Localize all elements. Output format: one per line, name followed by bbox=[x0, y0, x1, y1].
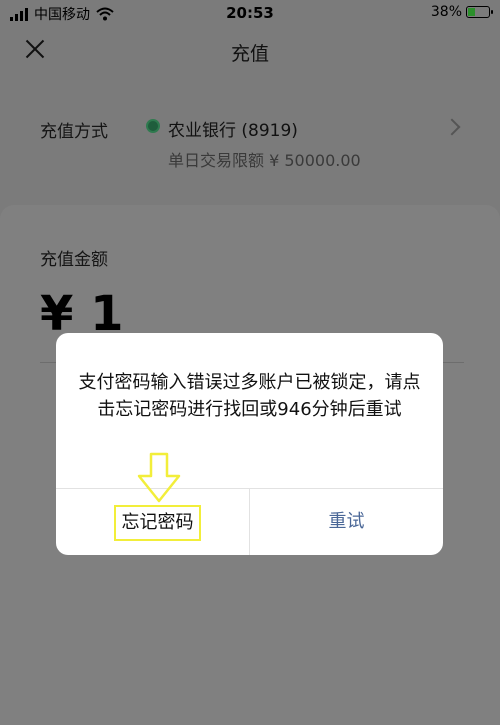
bank-name[interactable]: 农业银行 (8919) bbox=[168, 116, 298, 141]
amount-label: 充值金额 bbox=[40, 250, 108, 270]
arrow-down-icon bbox=[137, 452, 181, 503]
status-bar: 中国移动 20:53 38% bbox=[0, 0, 500, 26]
battery-percent: 38% bbox=[430, 4, 462, 20]
battery-charging-icon bbox=[466, 6, 493, 18]
dialog-message: 支付密码输入错误过多账户已被锁定，请点击忘记密码进行找回或946分钟后重试 bbox=[78, 372, 421, 420]
forget-password-button[interactable]: 忘记密码 bbox=[114, 505, 201, 541]
retry-button[interactable]: 重试 bbox=[250, 488, 443, 555]
status-right: 38% bbox=[430, 4, 493, 20]
lock-alert-dialog: 支付密码输入错误过多账户已被锁定，请点击忘记密码进行找回或946分钟后重试 忘记… bbox=[56, 333, 443, 555]
abc-bank-icon bbox=[146, 119, 160, 133]
battery-fill bbox=[468, 8, 476, 16]
chevron-right-icon[interactable] bbox=[443, 118, 461, 136]
payment-method-label: 充值方式 bbox=[40, 122, 108, 142]
nav-bar: 充值 bbox=[0, 26, 500, 76]
status-time: 20:53 bbox=[226, 4, 274, 22]
bank-limit: 单日交易限额 ¥ 50000.00 bbox=[168, 151, 361, 170]
page-title: 充值 bbox=[230, 43, 269, 65]
